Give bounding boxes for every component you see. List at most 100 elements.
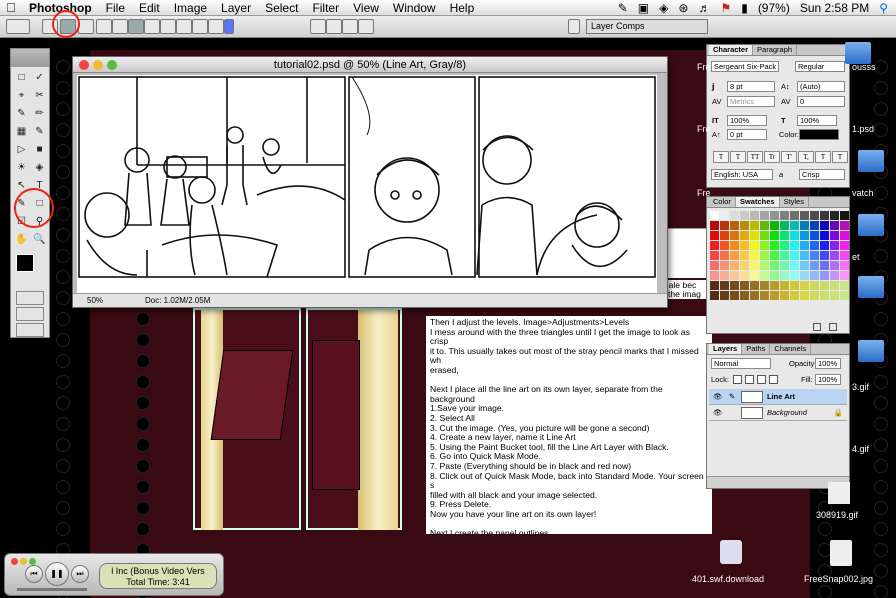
- color-swatch[interactable]: [730, 211, 739, 220]
- color-swatch[interactable]: [810, 281, 819, 290]
- color-swatch[interactable]: [800, 211, 809, 220]
- color-swatch[interactable]: [760, 281, 769, 290]
- color-swatch[interactable]: [830, 281, 839, 290]
- rounded-rectangle-button[interactable]: [144, 19, 160, 34]
- text-style-button[interactable]: T: [713, 151, 729, 163]
- desktop-icon-label[interactable]: Fre: [697, 62, 711, 72]
- tool-button[interactable]: ⌖: [14, 89, 29, 103]
- desktop-folder-icon[interactable]: [856, 276, 886, 300]
- color-swatch[interactable]: [790, 261, 799, 270]
- color-swatch[interactable]: [780, 231, 789, 240]
- color-swatch[interactable]: [790, 221, 799, 230]
- color-swatch[interactable]: [770, 261, 779, 270]
- close-icon[interactable]: [11, 558, 18, 565]
- color-swatch[interactable]: [820, 281, 829, 290]
- desktop-icon-label[interactable]: 4.gif: [852, 444, 869, 454]
- color-swatch[interactable]: [800, 291, 809, 300]
- color-swatch[interactable]: [750, 221, 759, 230]
- color-swatch[interactable]: [830, 251, 839, 260]
- lock-all-icon[interactable]: [769, 375, 778, 384]
- color-swatch[interactable]: [750, 241, 759, 250]
- color-swatch[interactable]: [840, 291, 849, 300]
- tab-layers[interactable]: Layers: [709, 344, 743, 354]
- color-swatch[interactable]: [790, 211, 799, 220]
- color-swatch[interactable]: [800, 221, 809, 230]
- color-swatch[interactable]: [760, 231, 769, 240]
- tool-button[interactable]: ▦: [14, 125, 29, 139]
- display-icon[interactable]: ▣: [638, 0, 649, 16]
- tab-styles[interactable]: Styles: [780, 197, 809, 207]
- color-swatch[interactable]: [770, 221, 779, 230]
- script-menu-icon[interactable]: ✎: [618, 0, 628, 16]
- color-swatch[interactable]: [780, 271, 789, 280]
- color-swatch[interactable]: [840, 241, 849, 250]
- layer-comps-tab[interactable]: Layer Comps: [586, 19, 708, 34]
- tab-swatches[interactable]: Swatches: [735, 197, 780, 207]
- color-swatch[interactable]: [760, 221, 769, 230]
- color-swatch[interactable]: [750, 261, 759, 270]
- text-style-button[interactable]: Tr: [764, 151, 780, 163]
- tool-button[interactable]: □: [14, 71, 29, 85]
- line-button[interactable]: [192, 19, 208, 34]
- color-swatch[interactable]: [810, 211, 819, 220]
- exclude-area-button[interactable]: [358, 19, 374, 34]
- color-swatch[interactable]: [780, 211, 789, 220]
- color-swatch[interactable]: [810, 271, 819, 280]
- color-swatch[interactable]: [730, 221, 739, 230]
- color-swatch[interactable]: [740, 271, 749, 280]
- gif-file-icon[interactable]: [828, 482, 850, 504]
- color-swatch[interactable]: [830, 261, 839, 270]
- color-swatch[interactable]: [720, 261, 729, 270]
- color-swatch[interactable]: [710, 211, 719, 220]
- color-swatch[interactable]: [800, 261, 809, 270]
- color-swatch[interactable]: [720, 291, 729, 300]
- bluetooth-icon[interactable]: ⊛: [678, 0, 688, 16]
- menu-help[interactable]: Help: [443, 0, 482, 16]
- color-swatch[interactable]: [810, 251, 819, 260]
- subtract-area-button[interactable]: [326, 19, 342, 34]
- color-swatch[interactable]: [810, 291, 819, 300]
- pen-tool-button[interactable]: [96, 19, 112, 34]
- color-swatch[interactable]: [830, 221, 839, 230]
- desktop-icon-label[interactable]: 401.swf.download: [692, 574, 764, 584]
- desktop-icon-label[interactable]: 1.psd: [852, 124, 874, 134]
- tab-channels[interactable]: Channels: [770, 344, 812, 354]
- language-select[interactable]: English: USA: [711, 169, 773, 180]
- color-swatch[interactable]: [770, 211, 779, 220]
- color-swatch[interactable]: [840, 271, 849, 280]
- desktop-icon-label[interactable]: et: [852, 252, 860, 262]
- color-swatch[interactable]: [820, 271, 829, 280]
- color-swatch[interactable]: [740, 251, 749, 260]
- vertical-scale-field[interactable]: 100%: [727, 115, 767, 126]
- next-track-icon[interactable]: ⏭: [71, 565, 89, 583]
- desktop-icon-label[interactable]: 3.gif: [852, 382, 869, 392]
- color-swatch[interactable]: [840, 261, 849, 270]
- zoom-level[interactable]: 50%: [87, 294, 103, 307]
- lock-position-icon[interactable]: [757, 375, 766, 384]
- horizontal-scale-field[interactable]: 100%: [797, 115, 837, 126]
- tab-character[interactable]: Character: [709, 45, 754, 55]
- tool-button[interactable]: ☀: [14, 161, 29, 175]
- desktop-icon-label[interactable]: ousss: [852, 62, 876, 72]
- battery-icon[interactable]: ▮: [741, 0, 748, 16]
- color-swatch[interactable]: [790, 251, 799, 260]
- color-swatch[interactable]: [760, 291, 769, 300]
- tab-paths[interactable]: Paths: [742, 344, 771, 354]
- desktop-folder-icon[interactable]: [856, 340, 886, 364]
- color-swatch[interactable]: [780, 291, 789, 300]
- intersect-area-button[interactable]: [342, 19, 358, 34]
- baseline-shift-field[interactable]: 0 pt: [727, 129, 767, 140]
- leading-field[interactable]: (Auto): [797, 81, 845, 92]
- color-swatch[interactable]: [810, 221, 819, 230]
- color-swatch[interactable]: [810, 241, 819, 250]
- text-style-button[interactable]: TT: [747, 151, 763, 163]
- color-swatch[interactable]: [710, 231, 719, 240]
- color-swatch[interactable]: [720, 231, 729, 240]
- color-swatch[interactable]: [730, 271, 739, 280]
- wifi-icon[interactable]: ◈: [659, 0, 668, 16]
- text-style-button[interactable]: T: [815, 151, 831, 163]
- color-swatch[interactable]: [750, 231, 759, 240]
- color-swatch[interactable]: [830, 291, 839, 300]
- tracking-field[interactable]: 0: [797, 96, 845, 107]
- desktop-folder-icon[interactable]: [856, 150, 886, 174]
